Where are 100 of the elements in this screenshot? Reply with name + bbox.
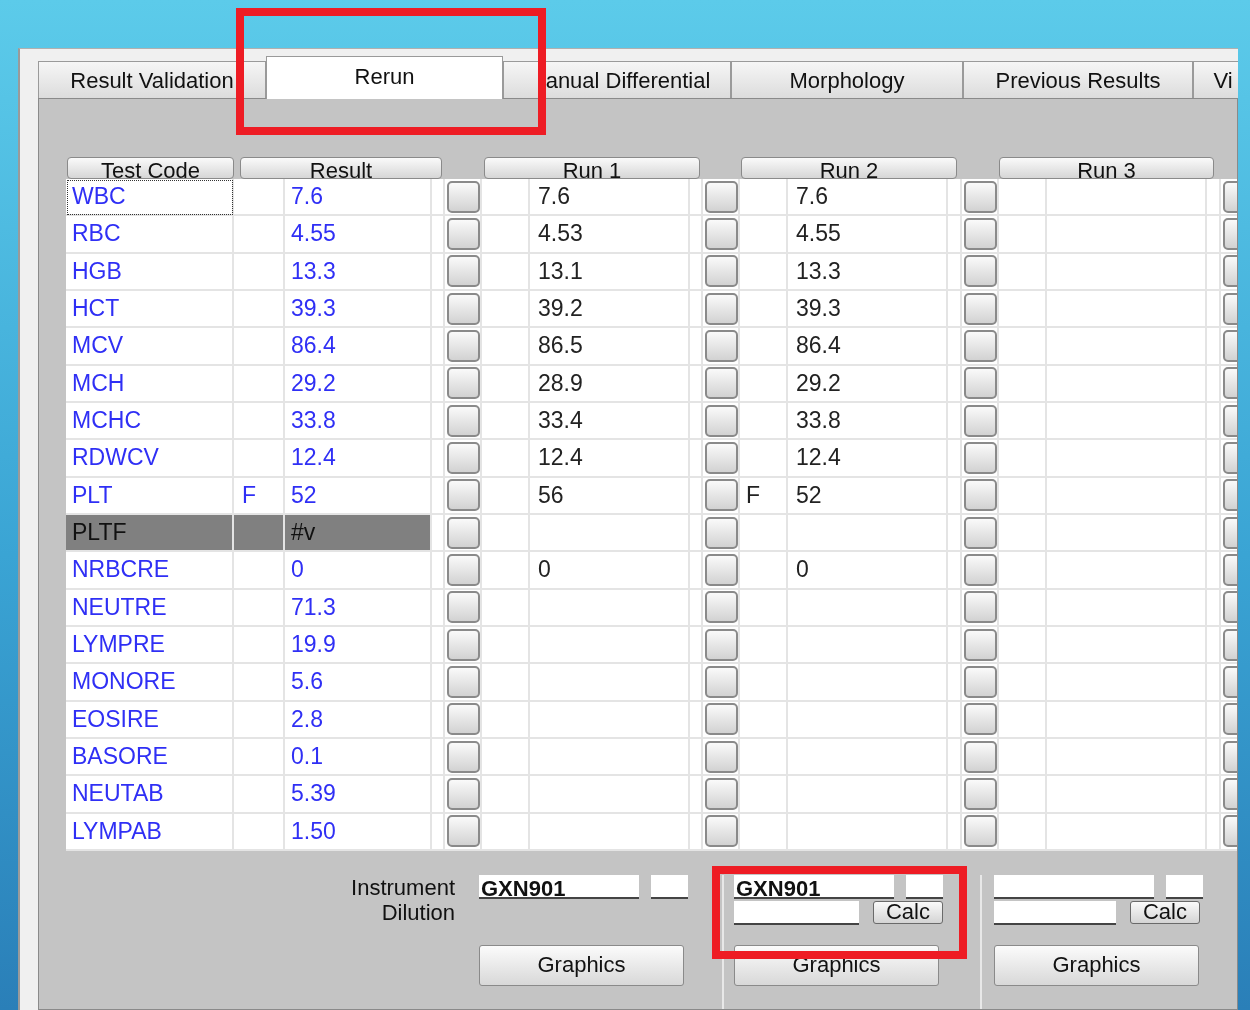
table-cell: 86.5: [530, 328, 690, 366]
input-field[interactable]: [906, 874, 943, 899]
table-cell: 33.4: [530, 402, 690, 441]
tab[interactable]: Result Validation: [38, 61, 266, 98]
table-cell: 56: [530, 477, 690, 515]
table-cell: 4.53: [530, 216, 690, 254]
table-cell: [234, 514, 285, 553]
dilution-field[interactable]: [994, 900, 1116, 925]
dilution-field[interactable]: [734, 900, 859, 925]
table-cell: [234, 365, 285, 403]
table-cell: 71.3: [285, 589, 432, 627]
table-cell: [234, 664, 285, 702]
table-cell: 5.6: [285, 664, 432, 702]
table-cell: 2.8: [285, 701, 432, 739]
table-cell: 0: [788, 552, 948, 590]
table-cell: [234, 253, 285, 291]
dilution-label: Dilution: [381, 899, 455, 925]
table-cell[interactable]: RBC: [66, 216, 234, 254]
table-cell: 29.2: [285, 365, 432, 403]
instrument-field[interactable]: GXN901: [479, 874, 639, 899]
table-cell: [234, 738, 285, 777]
table-cell: 13.3: [788, 253, 948, 291]
table-cell[interactable]: MCHC: [66, 402, 234, 441]
column-header[interactable]: Run 2: [741, 157, 957, 179]
column-header[interactable]: Run 3: [999, 157, 1214, 179]
graphics-button[interactable]: Graphics: [994, 944, 1199, 986]
table-cell: 4.55: [285, 216, 432, 254]
table-cell: 86.4: [285, 328, 432, 366]
table-cell[interactable]: MCV: [66, 328, 234, 366]
table-cell[interactable]: EOSIRE: [66, 701, 234, 739]
table-cell: 0: [285, 552, 432, 590]
table-cell[interactable]: PLT: [66, 477, 234, 515]
table-cell: 39.3: [285, 291, 432, 329]
table-cell: [234, 179, 285, 217]
table-cell: 39.3: [788, 291, 948, 329]
table-cell[interactable]: WBC: [66, 179, 234, 217]
table-cell[interactable]: PLTF: [66, 514, 234, 553]
table-cell: 13.1: [530, 253, 690, 291]
column-header[interactable]: Run 1: [484, 157, 700, 179]
table-cell: 19.9: [285, 626, 432, 665]
table-cell: [234, 440, 285, 478]
instrument-label: Instrument: [351, 874, 455, 900]
table-cell: [234, 776, 285, 814]
instrument-field[interactable]: GXN901: [734, 874, 894, 899]
tab[interactable]: anual Differential: [503, 61, 731, 98]
table-cell[interactable]: LYMPRE: [66, 626, 234, 665]
column-header[interactable]: Result: [240, 157, 442, 179]
table-cell: [234, 626, 285, 665]
table-cell[interactable]: LYMPAB: [66, 813, 234, 851]
table-cell: 12.4: [530, 440, 690, 478]
table-cell: [234, 402, 285, 441]
tab[interactable]: Previous Results: [963, 61, 1193, 98]
table-cell: 29.2: [788, 365, 948, 403]
input-field[interactable]: [1166, 874, 1203, 899]
table-cell: F: [234, 477, 285, 515]
table-cell: 1.50: [285, 813, 432, 851]
table-cell: 7.6: [788, 179, 948, 217]
table-cell: [234, 216, 285, 254]
table-cell[interactable]: NEUTRE: [66, 589, 234, 627]
table-cell: 7.6: [285, 179, 432, 217]
table-cell[interactable]: MONORE: [66, 664, 234, 702]
table-cell: 0.1: [285, 738, 432, 777]
table-cell: F: [740, 477, 788, 515]
table-cell: 28.9: [530, 365, 690, 403]
table-cell: #v: [285, 514, 432, 553]
table-cell[interactable]: HCT: [66, 291, 234, 329]
table-cell: [234, 701, 285, 739]
graphics-button[interactable]: Graphics: [479, 944, 684, 986]
tab[interactable]: Vi: [1193, 61, 1238, 98]
table-cell: 86.4: [788, 328, 948, 366]
tab[interactable]: Rerun: [266, 56, 503, 99]
table-cell: 13.3: [285, 253, 432, 291]
table-cell: 7.6: [530, 179, 690, 217]
table-cell: 33.8: [788, 402, 948, 441]
table-cell: 39.2: [530, 291, 690, 329]
table-cell: [234, 552, 285, 590]
calc-button[interactable]: Calc: [873, 900, 943, 924]
table-cell: [234, 291, 285, 329]
table-cell[interactable]: BASORE: [66, 738, 234, 777]
table-cell: 52: [285, 477, 432, 515]
table-cell[interactable]: MCH: [66, 365, 234, 403]
calc-button[interactable]: Calc: [1130, 900, 1200, 924]
table-cell[interactable]: NRBCRE: [66, 552, 234, 590]
table-cell: 4.55: [788, 216, 948, 254]
table-cell: 12.4: [285, 440, 432, 478]
table-cell[interactable]: NEUTAB: [66, 776, 234, 814]
input-field[interactable]: [651, 874, 688, 899]
table-cell[interactable]: RDWCV: [66, 440, 234, 478]
instrument-field[interactable]: [994, 874, 1154, 899]
column-header[interactable]: Test Code: [67, 157, 234, 179]
table-cell: [234, 328, 285, 366]
table-cell: 52: [788, 477, 948, 515]
table-cell: 33.8: [285, 402, 432, 441]
table-cell: 0: [530, 552, 690, 590]
table-cell: 12.4: [788, 440, 948, 478]
table-cell: [234, 589, 285, 627]
table-cell: 5.39: [285, 776, 432, 814]
table-cell[interactable]: HGB: [66, 253, 234, 291]
table-cell: [234, 813, 285, 851]
tab[interactable]: Morphology: [731, 61, 963, 98]
